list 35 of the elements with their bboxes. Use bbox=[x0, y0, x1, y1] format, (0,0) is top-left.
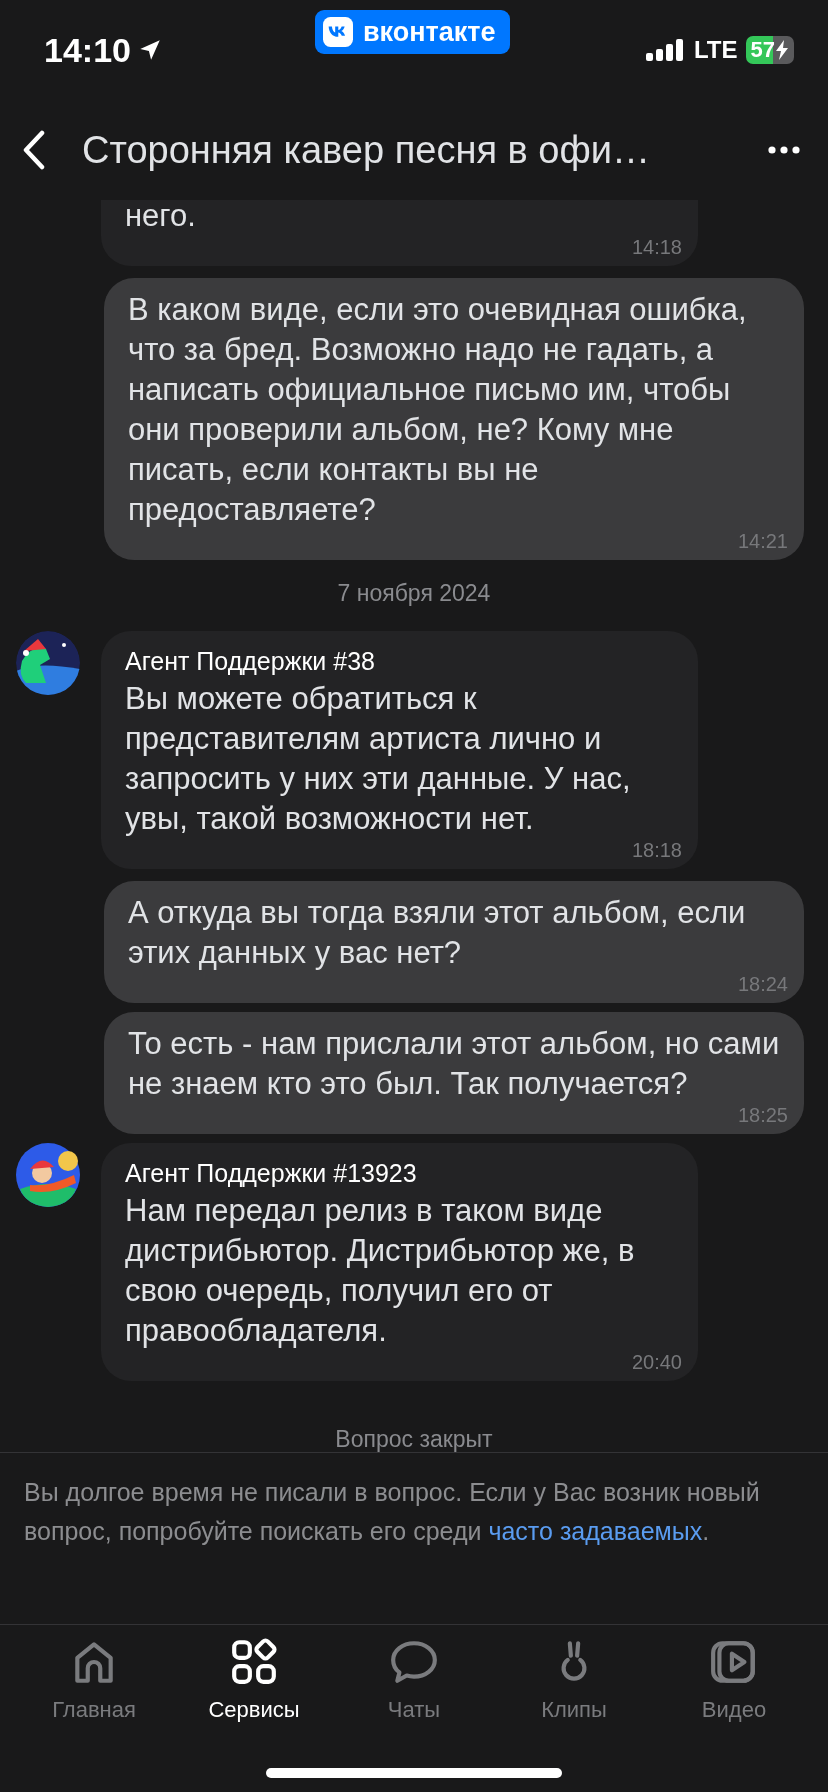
nav-tab[interactable]: Клипы bbox=[499, 1637, 649, 1723]
more-icon[interactable] bbox=[768, 146, 800, 154]
nav-tab[interactable]: Главная bbox=[19, 1637, 169, 1723]
nav-tab[interactable]: Чаты bbox=[339, 1637, 489, 1723]
message-time: 14:18 bbox=[631, 236, 682, 258]
signal-icon bbox=[645, 39, 686, 61]
nav-tab[interactable]: Сервисы bbox=[179, 1637, 329, 1723]
nav-tab[interactable]: Видео bbox=[659, 1637, 809, 1723]
message-text: Нам передал релиз в таком виде дистрибьютор. Дистрибьютор же, в свою очередь, получил его от правообладателя. bbox=[125, 1192, 636, 1350]
avatar[interactable] bbox=[16, 1143, 80, 1207]
message-author: Агент Поддержки #13923 bbox=[125, 1158, 418, 1189]
back-icon[interactable] bbox=[22, 130, 46, 170]
message-text: него. bbox=[125, 200, 197, 235]
services-icon bbox=[229, 1637, 279, 1687]
message-text: Вы можете обратиться к представителям артиста лично и запросить у них эти данные. У нас, увы, такой возможности нет. bbox=[125, 680, 632, 838]
vk-logo-icon bbox=[323, 17, 353, 47]
status-text: Вопрос закрыт bbox=[334, 1425, 494, 1452]
message-text: То есть - нам прислали этот альбом, но сами не знаем кто это был. Так получается? bbox=[128, 1025, 780, 1103]
message-time: 18:24 bbox=[737, 973, 788, 995]
battery-indicator: 57 bbox=[745, 36, 794, 64]
faq-link[interactable]: часто задаваемых bbox=[488, 1517, 703, 1545]
app-badge[interactable]: вконтакте bbox=[315, 10, 510, 54]
message-time: 18:25 bbox=[737, 1104, 788, 1126]
message-time: 18:18 bbox=[631, 839, 682, 861]
notice-text: Вы долгое время не писали в вопрос. Если у Вас возник новый вопрос, попробуйте поискать его среди часто задаваемых. bbox=[24, 1477, 761, 1547]
message-time: 20:40 bbox=[631, 1351, 682, 1373]
message-text: В каком виде, если это очевидная ошибка, что за бред. Возможно надо не гадать, а написать официальное письмо им, чтобы они проверили альбом, не? Кому мне писать, если контакты вы не предоставляете? bbox=[128, 291, 748, 529]
network-type: LTE bbox=[693, 36, 738, 64]
message-time: 14:21 bbox=[737, 530, 788, 552]
message-text: А откуда вы тогда взяли этот альбом, если этих данных у вас нет? bbox=[128, 894, 747, 972]
status-time: 14:10 bbox=[44, 30, 131, 70]
chat-title: Сторонняя кавер песня в офи… bbox=[82, 128, 651, 172]
message-author: Агент Поддержки #38 bbox=[125, 646, 376, 677]
avatar[interactable] bbox=[16, 631, 80, 695]
date-separator: 7 ноября 2024 bbox=[336, 579, 492, 608]
